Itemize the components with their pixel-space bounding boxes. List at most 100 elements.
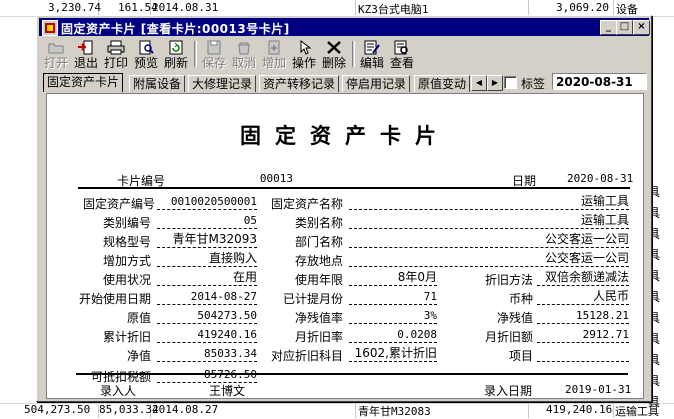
- cancel-label: 取消: [231, 56, 256, 70]
- tag-date-field[interactable]: 2020-08-31: [552, 73, 647, 90]
- asset-name-value: 运输工具: [349, 194, 629, 210]
- maximize-button[interactable]: □: [616, 20, 633, 35]
- dep-subject-value: 1602,累计折旧: [349, 346, 437, 362]
- tab-suspend-records[interactable]: 停启用记录: [342, 75, 411, 92]
- operate-label: 操作: [291, 56, 316, 70]
- acc-dep-value: 419240.16: [157, 327, 257, 343]
- operate-button[interactable]: 操作: [289, 39, 319, 70]
- orig-value-label: 原值: [126, 311, 151, 325]
- model-label: 规格型号: [102, 235, 151, 249]
- monthly-amt-value: 2912.71: [537, 327, 629, 343]
- record-date-value: 2019-01-31: [565, 383, 632, 396]
- add-icon: [268, 40, 280, 55]
- refresh-button[interactable]: 刷新: [161, 39, 191, 70]
- recorder-value: 王博文: [209, 384, 246, 398]
- residual-value: 15128.21: [537, 308, 629, 324]
- currency-value: 人民币: [537, 289, 629, 305]
- tab-asset-card[interactable]: 固定资产卡片: [43, 73, 124, 92]
- dep-method-label: 折旧方法: [484, 273, 533, 287]
- refresh-label: 刷新: [163, 56, 188, 70]
- months-label: 已计提月份: [282, 292, 343, 306]
- exit-door-icon: [78, 40, 93, 55]
- minimize-button[interactable]: _: [600, 20, 617, 35]
- tag-checkbox[interactable]: [504, 76, 517, 89]
- title-bar[interactable]: 固定资产卡片 [查看卡片:00013号卡片] _ □ ×: [39, 18, 650, 36]
- card-tabs: 固定资产卡片 附属设备 大修理记录 资产转移记录 停启用记录 原值变动: [43, 73, 501, 92]
- preview-label: 预览: [133, 56, 158, 70]
- window-title: 固定资产卡片 [查看卡片:00013号卡片]: [61, 22, 290, 36]
- net-value: 85033.34: [157, 346, 257, 362]
- tab-transfer-records[interactable]: 资产转移记录: [259, 75, 340, 92]
- footer-divider: [76, 373, 628, 375]
- card-title: 固定资产卡片: [240, 123, 450, 148]
- close-button[interactable]: ×: [633, 20, 650, 35]
- category-code-label: 类别编号: [102, 216, 151, 230]
- bg-cell: 85,033.34: [99, 403, 159, 416]
- edit-button[interactable]: 编辑: [357, 39, 387, 70]
- save-button[interactable]: 保存: [199, 39, 229, 70]
- exit-button[interactable]: 退出: [71, 39, 101, 70]
- status-value: 在用: [157, 270, 257, 286]
- preview-button[interactable]: 预览: [131, 39, 161, 70]
- bg-cell: 504,273.50: [24, 403, 91, 416]
- add-method-value: 直接购入: [157, 251, 257, 267]
- card-no-value: 00013: [259, 172, 293, 185]
- item-value: [537, 346, 629, 362]
- tab-value-change[interactable]: 原值变动: [414, 75, 471, 92]
- acc-dep-label: 累计折旧: [102, 330, 151, 344]
- view-button[interactable]: 查看: [387, 39, 417, 70]
- tab-scroll-left-button[interactable]: ◀: [471, 75, 487, 91]
- deductible-value: 85726.50: [157, 367, 257, 383]
- asset-code-label: 固定资产编号: [83, 197, 156, 211]
- header-divider: [78, 187, 630, 189]
- open-button[interactable]: 打开: [41, 39, 71, 70]
- delete-button[interactable]: 删除: [319, 39, 349, 70]
- add-button[interactable]: 增加: [259, 39, 289, 70]
- background-top-row: 3,230.74 161.54 2014.08.31 KZ3台式电脑1 3,06…: [0, 0, 674, 16]
- toolbar-separator: [352, 41, 355, 67]
- add-method-label: 增加方式: [102, 254, 151, 268]
- edit-label: 编辑: [359, 56, 384, 70]
- edit-icon: [364, 40, 380, 55]
- months-value: 71: [349, 289, 437, 305]
- residual-label: 净残值: [496, 311, 533, 325]
- background-bottom-row: 504,273.50 85,033.34 2014.08.27 青年甘M3208…: [0, 401, 674, 418]
- record-date-label: 录入日期: [484, 384, 533, 398]
- exit-label: 退出: [73, 56, 98, 70]
- view-icon: [394, 40, 408, 55]
- delete-x-icon: [327, 41, 341, 54]
- location-label: 存放地点: [294, 254, 343, 268]
- residual-rate-label: 净残值率: [294, 311, 343, 325]
- bg-cell: 419,240.16: [546, 403, 613, 416]
- bg-cell: 3,069.20: [556, 1, 609, 14]
- asset-card-panel: 固定资产卡片 卡片编号 00013 日期 2020-08-31 固定资产编号 0…: [46, 93, 644, 399]
- residual-rate-value: 3%: [349, 308, 437, 324]
- monthly-rate-value: 0.0208: [349, 327, 437, 343]
- save-disk-icon: [207, 40, 221, 55]
- print-button[interactable]: 打印: [101, 39, 131, 70]
- cancel-button[interactable]: 取消: [229, 39, 259, 70]
- tab-accessories[interactable]: 附属设备: [129, 75, 186, 92]
- model-value: 青年甘M32093: [157, 232, 257, 248]
- view-label: 查看: [389, 56, 414, 70]
- app-icon: [42, 20, 58, 36]
- recorder-label: 录入人: [100, 384, 137, 398]
- tab-scroll-right-button[interactable]: ▶: [487, 75, 503, 91]
- dep-subject-label: 对应折旧科目: [270, 349, 343, 363]
- operate-cursor-icon: [300, 40, 312, 55]
- net-value-label: 净值: [126, 349, 151, 363]
- tab-overhaul-records[interactable]: 大修理记录: [188, 75, 257, 92]
- printer-icon: [107, 40, 125, 55]
- start-date-value: 2014-08-27: [157, 289, 257, 305]
- category-code-value: 05: [157, 213, 257, 229]
- start-date-label: 开始使用日期: [78, 292, 151, 306]
- category-name-value: 运输工具: [349, 213, 629, 229]
- save-label: 保存: [201, 56, 226, 70]
- open-folder-icon: [48, 43, 64, 54]
- print-label: 打印: [103, 56, 128, 70]
- toolbar: 打开 退出 打印 预览 刷新 保存 取消 增加 操作 删除 编辑 查看: [39, 38, 649, 70]
- dept-label: 部门名称: [294, 235, 343, 249]
- tag-label: 标签: [521, 77, 546, 91]
- life-label: 使用年限: [294, 273, 343, 287]
- bg-cell: 3,230.74: [48, 1, 101, 14]
